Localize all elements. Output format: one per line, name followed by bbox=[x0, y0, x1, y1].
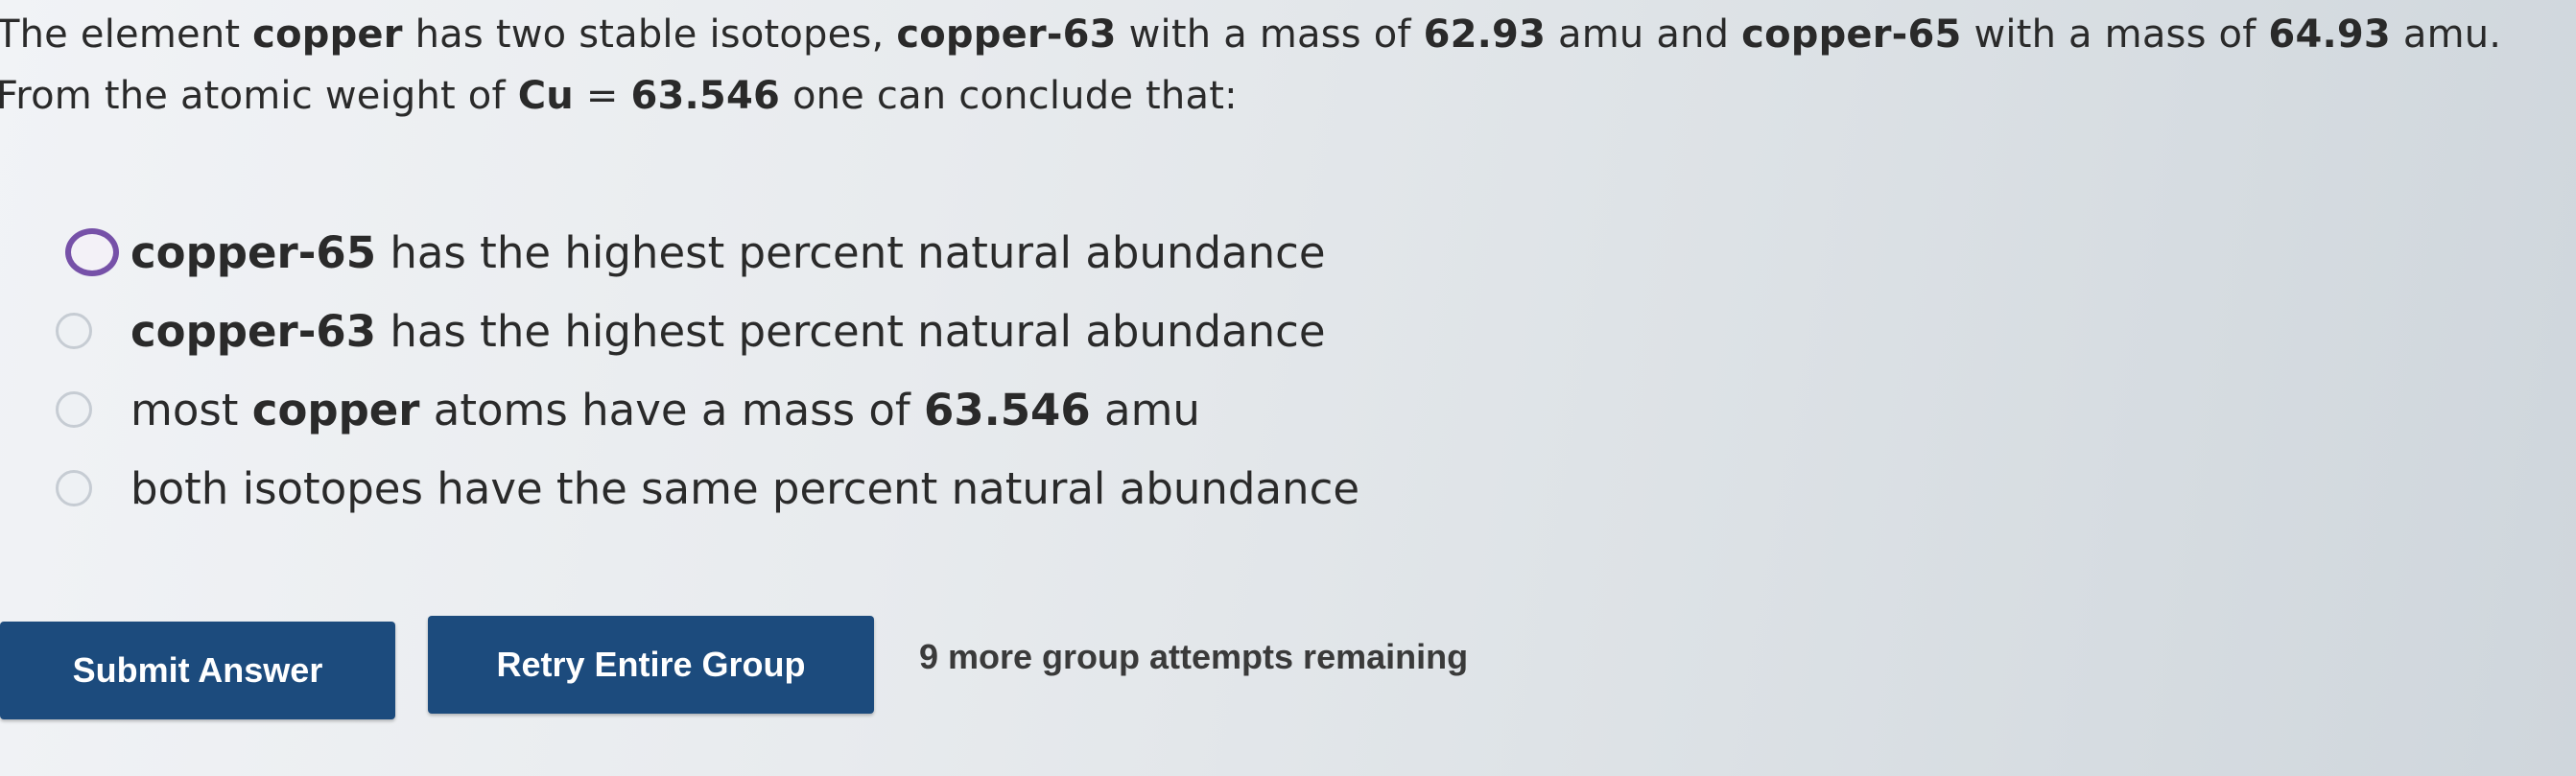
answer-option-label: most copper atoms have a mass of 63.546 … bbox=[130, 384, 1200, 435]
question-line-1: The element copper has two stable isotop… bbox=[0, 12, 2502, 57]
answer-option-label: copper-63 has the highest percent natura… bbox=[130, 305, 1326, 357]
radio-button-icon[interactable] bbox=[56, 391, 92, 428]
answer-option-mass-63546[interactable]: most copper atoms have a mass of 63.546 … bbox=[56, 370, 1359, 449]
question-line-2: From the atomic weight of Cu = 63.546 on… bbox=[0, 74, 1238, 118]
radio-button-icon[interactable] bbox=[56, 313, 92, 349]
attempts-remaining-text: 9 more group attempts remaining bbox=[919, 637, 1469, 676]
answer-option-label: copper-65 has the highest percent natura… bbox=[130, 226, 1326, 278]
radio-button-icon[interactable] bbox=[56, 470, 92, 506]
submit-answer-button[interactable]: Submit Answer bbox=[0, 622, 395, 719]
radio-button-icon[interactable] bbox=[65, 228, 119, 276]
answer-option-copper-65[interactable]: copper-65 has the highest percent natura… bbox=[65, 213, 1359, 292]
answer-option-same-abundance[interactable]: both isotopes have the same percent natu… bbox=[56, 449, 1360, 528]
answer-option-label: both isotopes have the same percent natu… bbox=[130, 462, 1360, 514]
question-text: The element copper has two stable isotop… bbox=[0, 4, 2501, 127]
retry-entire-group-button[interactable]: Retry Entire Group bbox=[428, 616, 874, 714]
answer-options: copper-65 has the highest percent natura… bbox=[56, 213, 1360, 528]
answer-option-copper-63[interactable]: copper-63 has the highest percent natura… bbox=[56, 292, 1359, 370]
